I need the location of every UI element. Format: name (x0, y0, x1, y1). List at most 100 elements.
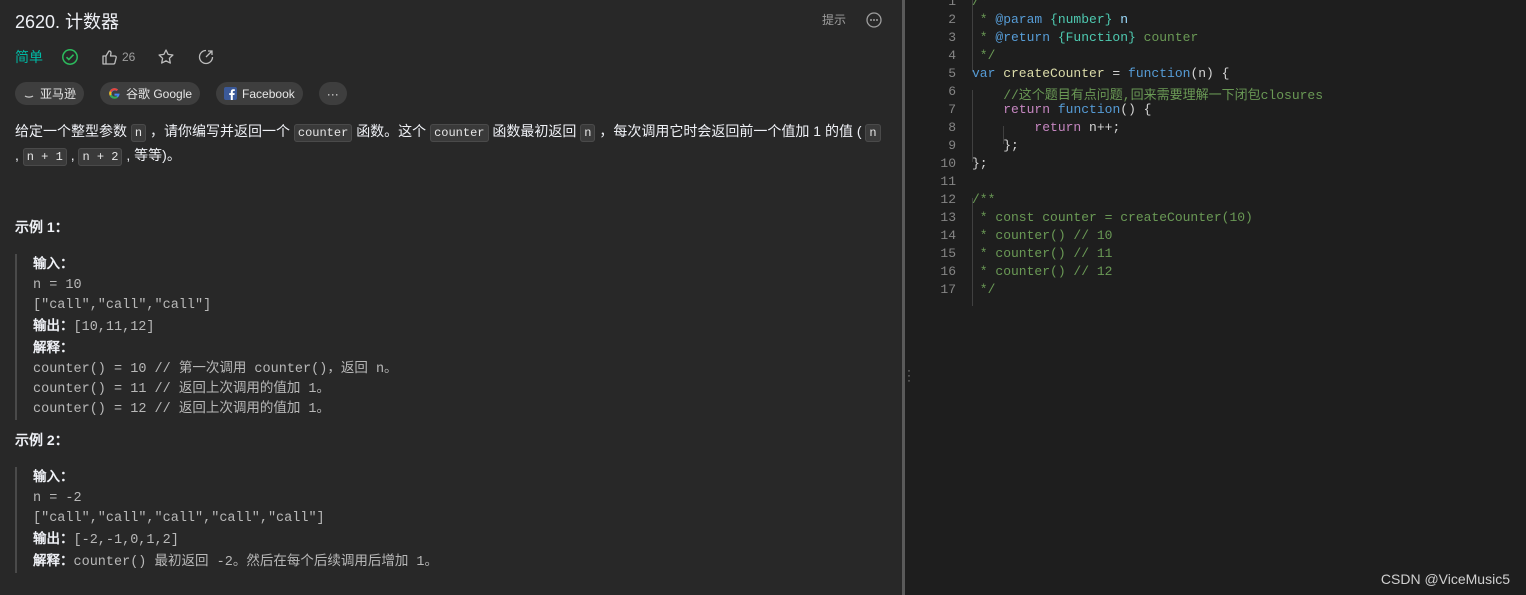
token: () { (1120, 102, 1152, 117)
desc-text: ，请你编写并返回一个 (149, 123, 290, 139)
divider-bar (902, 0, 905, 595)
line-number: 9 (948, 138, 956, 153)
drag-grip-icon: · · · (907, 363, 911, 387)
code-line: * counter() // 11 (972, 246, 1113, 261)
line-number: 11 (940, 174, 956, 189)
token: @return (995, 30, 1051, 45)
desc-text: 给定一个整型参数 (15, 123, 127, 139)
code-line: }; (972, 138, 1019, 153)
code-line: * counter() // 10 (972, 228, 1113, 243)
line-number: 16 (940, 264, 956, 279)
token: return (1003, 102, 1051, 117)
problem-title: 2620. 计数器 (15, 12, 120, 32)
example-input: ["call","call","call","call","call"] (33, 511, 325, 526)
code-line: * counter() // 12 (972, 264, 1113, 279)
line-number: 4 (948, 48, 956, 63)
output-label: 输出： (33, 531, 74, 546)
tag-facebook[interactable]: Facebook (216, 82, 303, 105)
line-number: 5 (948, 66, 956, 81)
desc-text: , 等等)。 (126, 147, 181, 163)
code-line: /** (972, 0, 996, 9)
explain-label: 解释： (33, 553, 74, 568)
line-number: 12 (940, 192, 956, 207)
token: * (972, 12, 996, 27)
problem-meta: 简单 26 (15, 47, 237, 67)
tag-label: 亚马逊 (40, 87, 77, 101)
input-label: 输入： (33, 469, 74, 484)
tag-amazon[interactable]: 亚马逊 (15, 82, 85, 105)
token: {Function} (1050, 30, 1136, 45)
more-tags-label: ··· (326, 86, 339, 101)
example-input: n = 10 (33, 278, 82, 293)
inline-code: counter (430, 124, 489, 142)
explain-label: 解释： (33, 340, 74, 355)
code-line: //这个题目有点问题,回来需要理解一下闭包closures (972, 88, 1324, 103)
example-output: [-2,-1,0,1,2] (73, 533, 179, 548)
line-number: 1 (948, 0, 956, 9)
example-input: ["call","call","call"] (33, 298, 212, 313)
tag-label: 谷歌 Google (126, 87, 193, 101)
inline-code: n + 2 (78, 148, 123, 166)
example-explanation: counter() = 10 // 第一次调用 counter()，返回 n。 (33, 362, 398, 377)
token: createCounter (995, 66, 1105, 81)
desc-text: ，每次调用它时会返回前一个值加 1 的值 ( (599, 123, 862, 139)
problem-panel: 2620. 计数器 提示 简单 26 亚马逊 谷歌 Google Faceboo… (0, 0, 902, 595)
tag-label: Facebook (242, 86, 295, 101)
difficulty-badge: 简单 (15, 49, 43, 65)
like-button[interactable]: 26 (101, 49, 135, 66)
like-count: 26 (122, 50, 136, 64)
token: n++; (1081, 120, 1121, 135)
code-line: */ (972, 282, 996, 297)
example-1-title: 示例 1： (15, 219, 69, 235)
line-number: 8 (948, 120, 956, 135)
thumbs-up-icon (102, 49, 117, 65)
token: var (972, 66, 996, 81)
token: function (1128, 66, 1191, 81)
tag-google[interactable]: 谷歌 Google (100, 82, 201, 105)
favorite-star-icon[interactable] (157, 48, 175, 66)
example-input: n = -2 (33, 491, 82, 506)
line-number: 10 (940, 156, 956, 171)
example-1-block: 输入： n = 10 ["call","call","call"] 输出：[10… (15, 254, 398, 420)
token: = (1104, 66, 1129, 81)
inline-code: n (865, 124, 881, 142)
code-line: /** (972, 192, 996, 207)
hint-button[interactable]: 提示 (822, 11, 846, 28)
token: function (1057, 102, 1121, 117)
token: * (972, 30, 996, 45)
code-editor[interactable]: 1 2 3 4 5 6 7 8 9 10 11 12 13 14 15 16 1… (914, 0, 1526, 595)
desc-text: , (15, 147, 19, 163)
code-line: }; (972, 156, 988, 171)
token: {number} (1042, 12, 1113, 27)
share-icon[interactable] (197, 48, 215, 66)
line-number: 2 (948, 12, 956, 27)
facebook-icon (224, 87, 238, 100)
example-explanation: counter() 最初返回 -2。然后在每个后续调用后增加 1。 (73, 555, 439, 570)
inline-code: n (580, 124, 596, 142)
line-number: 13 (940, 210, 956, 225)
desc-text: , (70, 147, 75, 163)
google-icon (108, 87, 121, 100)
token: return (1034, 120, 1082, 135)
code-line: * @param {number} n (972, 12, 1128, 27)
watermark: CSDN @ViceMusic5 (1380, 571, 1510, 587)
code-line: * @return {Function} counter (972, 30, 1198, 45)
output-label: 输出： (33, 318, 74, 333)
panel-resize-handle[interactable]: · · · (902, 0, 914, 595)
more-options-icon[interactable] (866, 12, 882, 33)
more-tags-button[interactable]: ··· (318, 82, 347, 105)
inline-code: n + 1 (22, 148, 67, 166)
inline-code: counter (293, 124, 353, 142)
example-output: [10,11,12] (73, 320, 155, 335)
token: counter (1135, 30, 1199, 45)
inline-code: n (130, 124, 147, 142)
example-explanation: counter() = 12 // 返回上次调用的值加 1。 (33, 402, 331, 417)
line-number: 3 (948, 30, 956, 45)
token: @param (995, 12, 1043, 27)
line-number: 17 (940, 282, 956, 297)
company-tags: 亚马逊 谷歌 Google Facebook ··· (15, 82, 363, 105)
example-2-block: 输入： n = -2 ["call","call","call","call",… (15, 467, 438, 573)
